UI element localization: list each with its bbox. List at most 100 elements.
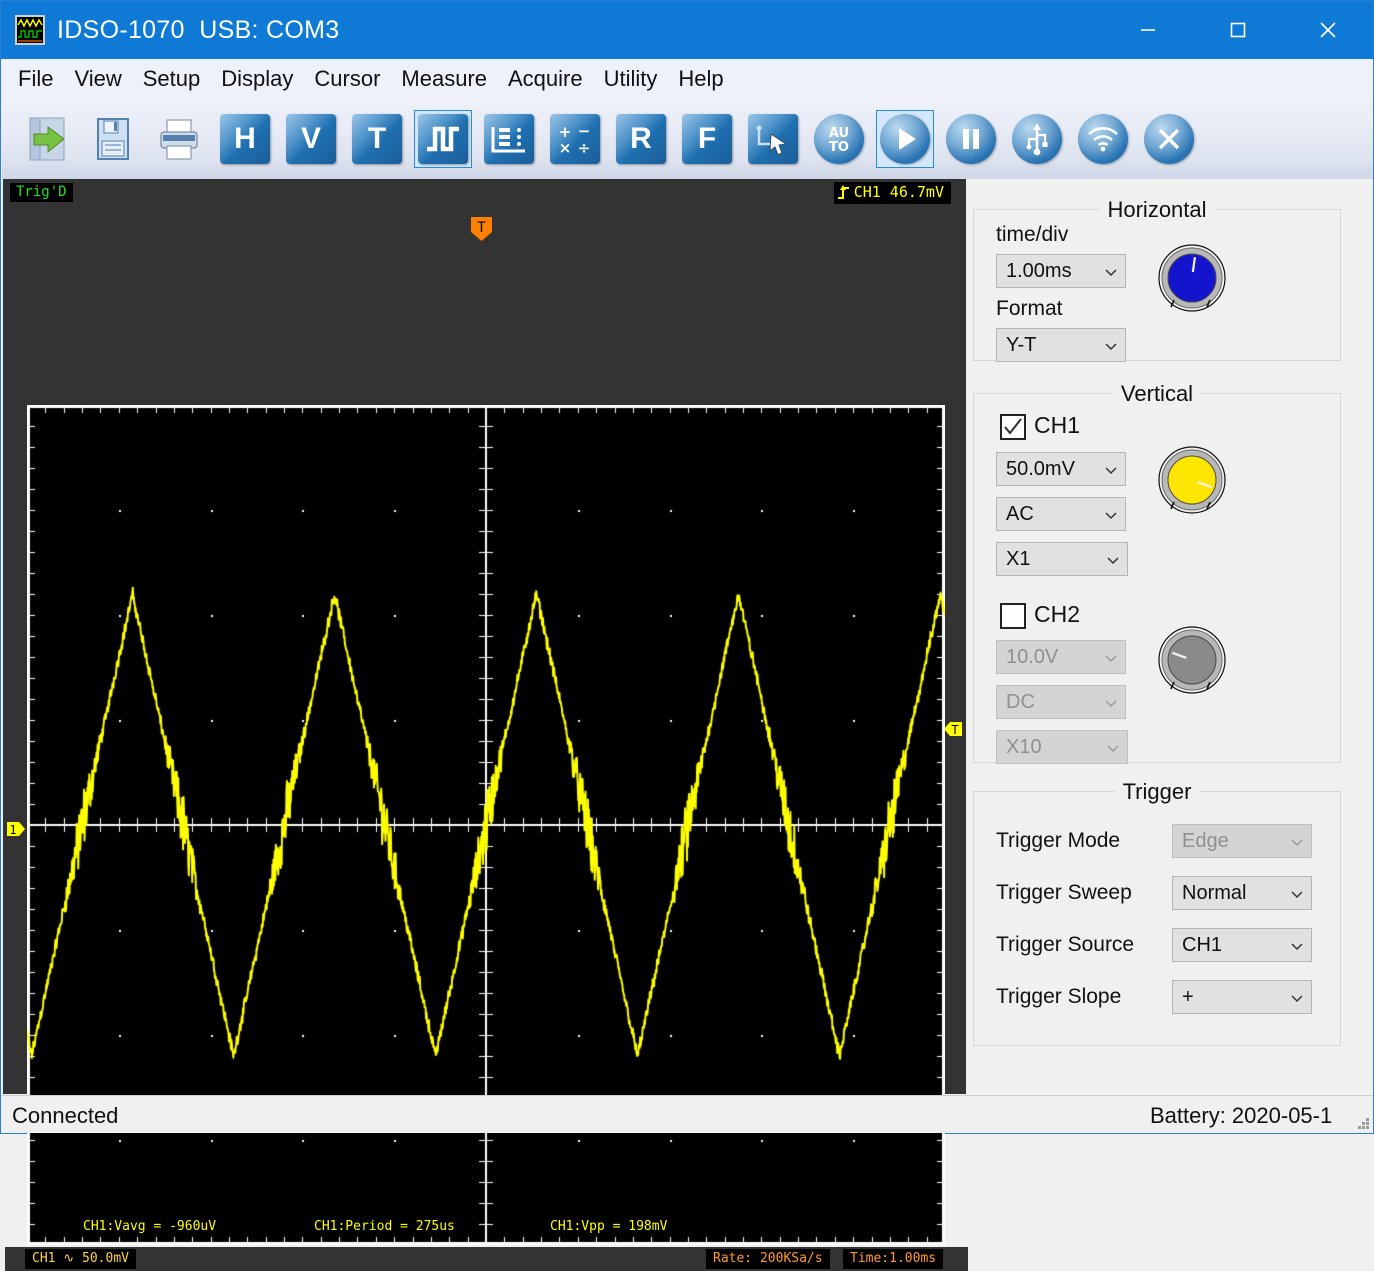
- pause-button[interactable]: [942, 110, 1000, 168]
- letter-t-icon: T: [352, 114, 402, 164]
- menu-item-measure[interactable]: Measure: [401, 68, 487, 90]
- time-div-value: 1.00ms: [1006, 259, 1072, 282]
- menu-item-utility[interactable]: Utility: [604, 68, 658, 90]
- save-button[interactable]: [84, 110, 142, 168]
- ch1-probe-value: X1: [1006, 547, 1031, 570]
- auto-icon: AU TO: [817, 119, 861, 159]
- toolbar-button-label: H: [234, 122, 256, 155]
- close-button[interactable]: [1283, 1, 1373, 59]
- ch1-volts-div-select[interactable]: 50.0mV: [996, 452, 1126, 486]
- trigger-sweep-select[interactable]: Normal: [1172, 876, 1312, 910]
- menu-item-help[interactable]: Help: [678, 68, 723, 90]
- print-button[interactable]: [150, 110, 208, 168]
- letter-f-icon: F: [682, 114, 732, 164]
- math-button[interactable]: + − × ÷: [546, 110, 604, 168]
- toolbar-button-label: F: [697, 122, 717, 155]
- measure-button[interactable]: [480, 110, 538, 168]
- ch2-volts-div-value: 10.0V: [1006, 645, 1059, 668]
- open-button[interactable]: [18, 110, 76, 168]
- usb-icon: [1012, 114, 1062, 164]
- ch2-coupling-select[interactable]: DC: [996, 685, 1126, 719]
- menu-item-file[interactable]: File: [18, 68, 53, 90]
- menu-item-cursor[interactable]: Cursor: [314, 68, 380, 90]
- trigger-readout-text: CH1 46.7mV: [853, 183, 944, 202]
- resize-grip-icon[interactable]: [1356, 1116, 1370, 1130]
- play-icon: [888, 122, 922, 156]
- svg-text:T: T: [951, 723, 958, 737]
- usb-button[interactable]: [1008, 110, 1066, 168]
- play-icon: [880, 114, 930, 164]
- trigger-position-marker[interactable]: T: [471, 217, 492, 241]
- vertical-button[interactable]: V: [282, 110, 340, 168]
- trigger-button[interactable]: T: [348, 110, 406, 168]
- pulse-icon: [425, 123, 461, 155]
- ch1-checkbox[interactable]: [1000, 414, 1026, 440]
- wifi-icon: [1078, 114, 1128, 164]
- math-operators-icon: + − × ÷: [556, 123, 594, 155]
- math-operators-icon: + − × ÷: [550, 114, 600, 164]
- minimize-button[interactable]: [1103, 1, 1193, 59]
- sample-rate-badge: Rate: 200KSa/s: [706, 1249, 830, 1269]
- scope-display[interactable]: Trig'D CH1 46.7mV T 1 T CH1:Vavg = -960u…: [3, 179, 968, 1271]
- ch2-volts-knob[interactable]: [1154, 622, 1230, 698]
- pointer-icon: [755, 122, 791, 156]
- svg-text:T: T: [477, 220, 486, 236]
- menu-item-acquire[interactable]: Acquire: [508, 68, 583, 90]
- chevron-down-icon: [1103, 649, 1119, 665]
- connection-status: Connected: [12, 1103, 119, 1128]
- ch1-volts-div-value: 50.0mV: [1006, 457, 1075, 480]
- waveform-button[interactable]: [414, 110, 472, 168]
- disconnect-button[interactable]: [1140, 110, 1198, 168]
- trigger-panel: Trigger Trigger Mode Edge Trigger Sweep Nor…: [973, 779, 1341, 1046]
- auto-button[interactable]: AU TO: [810, 110, 868, 168]
- trigger-mode-select[interactable]: Edge: [1172, 824, 1312, 858]
- toolbar-button-label: V: [300, 122, 321, 155]
- waveform-icon: [15, 15, 45, 45]
- svg-text:÷: ÷: [578, 139, 591, 155]
- cursor-button[interactable]: [744, 110, 802, 168]
- ch1-probe-select[interactable]: X1: [996, 542, 1128, 576]
- auto-icon: AU TO: [814, 114, 864, 164]
- format-value: Y-T: [1006, 333, 1037, 356]
- trigger-mode-value: Edge: [1182, 829, 1229, 852]
- trigger-slope-select[interactable]: +: [1172, 980, 1312, 1014]
- format-select[interactable]: Y-T: [996, 328, 1126, 362]
- ch1-ground-marker[interactable]: 1: [7, 820, 25, 838]
- chevron-down-icon: [1289, 833, 1305, 849]
- menu-item-setup[interactable]: Setup: [143, 68, 201, 90]
- pulse-icon: [418, 114, 468, 164]
- battery-status: Battery: 2020-05-1: [1150, 1103, 1333, 1128]
- wifi-icon: [1085, 125, 1121, 153]
- time-div-knob[interactable]: [1154, 240, 1230, 316]
- ch2-checkbox[interactable]: [1000, 603, 1026, 629]
- chevron-down-icon: [1289, 937, 1305, 953]
- vertical-panel-title: Vertical: [1112, 381, 1202, 407]
- wifi-button[interactable]: [1074, 110, 1132, 168]
- toolbar-button-label: T: [367, 122, 387, 155]
- trigger-level-marker[interactable]: T: [944, 720, 962, 738]
- letter-h-icon: H: [220, 114, 270, 164]
- oscilloscope-window: IDSO-1070 USB: COM3 File View Setup Display…: [0, 0, 1374, 1271]
- horizontal-button[interactable]: H: [216, 110, 274, 168]
- ch1-coupling-select[interactable]: AC: [996, 497, 1126, 531]
- ch1-volts-knob[interactable]: [1154, 442, 1230, 518]
- fft-button[interactable]: F: [678, 110, 736, 168]
- pause-icon: [946, 114, 996, 164]
- menu-item-view[interactable]: View: [74, 68, 121, 90]
- chevron-down-icon: [1103, 263, 1119, 279]
- maximize-button[interactable]: [1193, 1, 1283, 59]
- format-label: Format: [996, 297, 1063, 320]
- usb-icon: [1023, 121, 1051, 157]
- scope-header: Trig'D CH1 46.7mV: [3, 179, 966, 215]
- ch2-volts-div-select[interactable]: 10.0V: [996, 640, 1126, 674]
- menu-item-display[interactable]: Display: [221, 68, 293, 90]
- run-button[interactable]: [876, 110, 934, 168]
- time-div-select[interactable]: 1.00ms: [996, 254, 1126, 288]
- trigger-panel-title: Trigger: [1114, 779, 1200, 805]
- record-button[interactable]: R: [612, 110, 670, 168]
- svg-text:1: 1: [9, 823, 16, 837]
- horizontal-panel-title: Horizontal: [1099, 197, 1215, 223]
- floppy-disk-icon: [88, 114, 138, 164]
- ch2-probe-select[interactable]: X10: [996, 730, 1128, 764]
- trigger-source-select[interactable]: CH1: [1172, 928, 1312, 962]
